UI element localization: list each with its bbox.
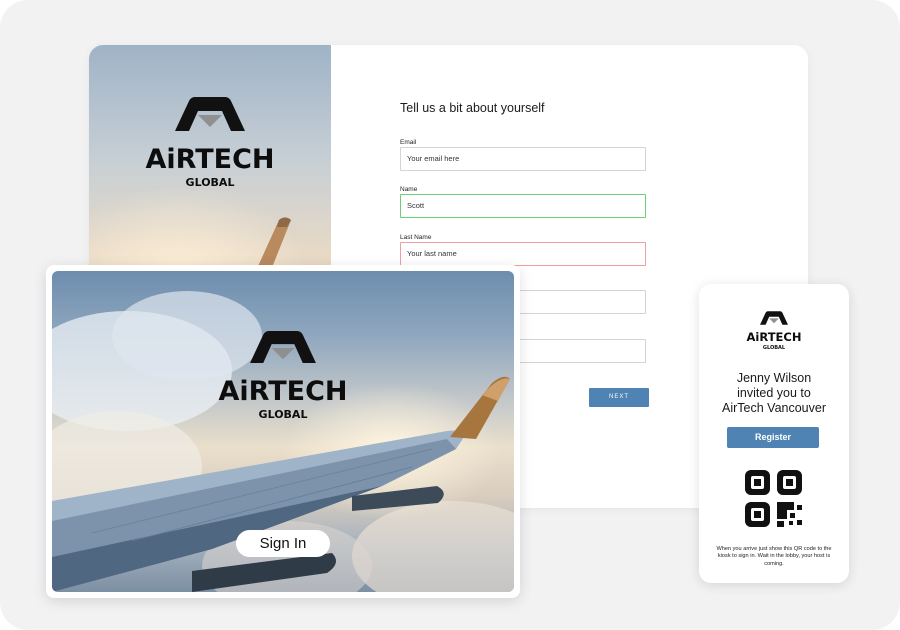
- last-name-field[interactable]: Your last name: [400, 242, 646, 266]
- kiosk-brand-name: AiRTECH: [218, 376, 348, 407]
- kiosk-tablet: AiRTECH GLOBAL Sign In: [46, 265, 520, 598]
- kiosk-brand-subtitle: GLOBAL: [258, 408, 308, 421]
- sign-in-button[interactable]: Sign In: [236, 530, 330, 557]
- airtech-logo-icon: [760, 311, 788, 325]
- last-name-label: Last Name: [400, 234, 432, 241]
- invite-brand-name: AiRTECH: [746, 330, 802, 344]
- invite-airtech-logo: AiRTECH GLOBAL: [729, 311, 819, 351]
- email-label: Email: [400, 139, 417, 146]
- invite-phone: AiRTECH GLOBAL Jenny Wilson invited you …: [699, 284, 849, 583]
- kiosk-airtech-logo: AiRTECH GLOBAL: [197, 331, 369, 420]
- airtech-logo-icon: [250, 331, 316, 363]
- invite-location: AirTech Vancouver: [722, 401, 826, 415]
- next-button[interactable]: NEXT: [589, 388, 649, 407]
- airtech-logo-icon: [175, 97, 245, 131]
- form-title: Tell us a bit about yourself: [400, 101, 545, 115]
- inviter-name: Jenny Wilson: [736, 371, 812, 385]
- kiosk-screen: AiRTECH GLOBAL Sign In: [52, 271, 514, 592]
- brand-subtitle: GLOBAL: [185, 176, 235, 189]
- name-label: Name: [400, 186, 418, 193]
- register-button[interactable]: Register: [727, 427, 819, 448]
- qr-code-icon: [745, 470, 802, 527]
- name-field[interactable]: Scott: [400, 194, 646, 218]
- airtech-logo: AiRTECH GLOBAL: [124, 97, 296, 188]
- invite-message: Jenny Wilson invited you to AirTech Vanc…: [699, 371, 849, 416]
- email-field[interactable]: Your email here: [400, 147, 646, 171]
- showcase-canvas: AiRTECH GLOBAL Tell us a bit about yours…: [0, 0, 900, 630]
- brand-name: AiRTECH: [145, 144, 275, 175]
- invite-line: invited you to: [737, 386, 811, 400]
- qr-instructions: When you arrive just show this QR code t…: [716, 546, 832, 567]
- invite-brand-subtitle: GLOBAL: [762, 344, 786, 351]
